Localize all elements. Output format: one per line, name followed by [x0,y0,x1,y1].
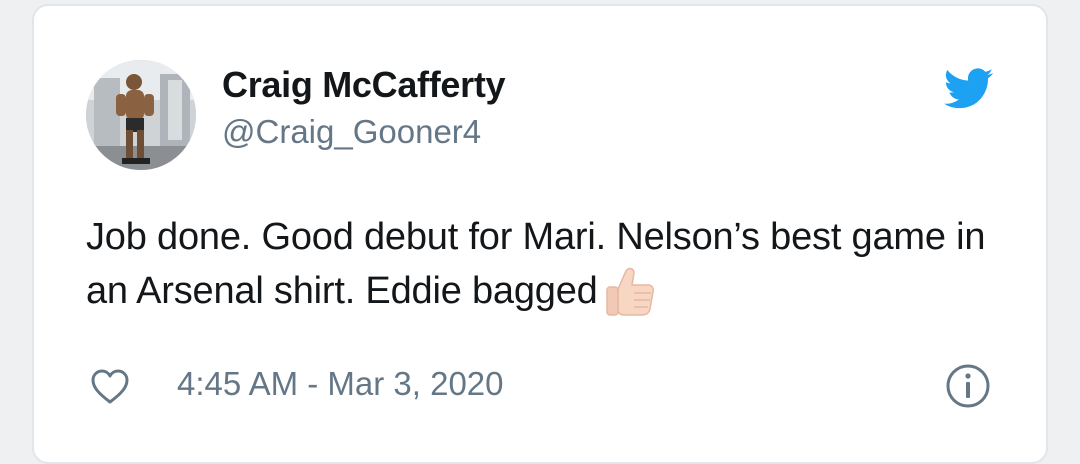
user-handle[interactable]: @Craig_Gooner4 [222,113,481,151]
heart-icon[interactable] [90,368,130,406]
avatar-photo [86,60,196,170]
tweet-card[interactable]: Craig McCafferty @Craig_Gooner4 Job done… [32,4,1048,464]
tweet-text-body: Job done. Good debut for Mari. Nelson’s … [86,216,986,312]
tweet-text: Job done. Good debut for Mari. Nelson’s … [86,210,986,318]
tweet-timestamp[interactable]: 4:45 AM - Mar 3, 2020 [177,365,504,403]
thumbs-up-icon [605,267,654,316]
avatar[interactable] [86,60,196,170]
display-name[interactable]: Craig McCafferty [222,64,506,106]
twitter-bird-icon[interactable] [944,68,994,110]
info-icon[interactable] [944,362,992,410]
